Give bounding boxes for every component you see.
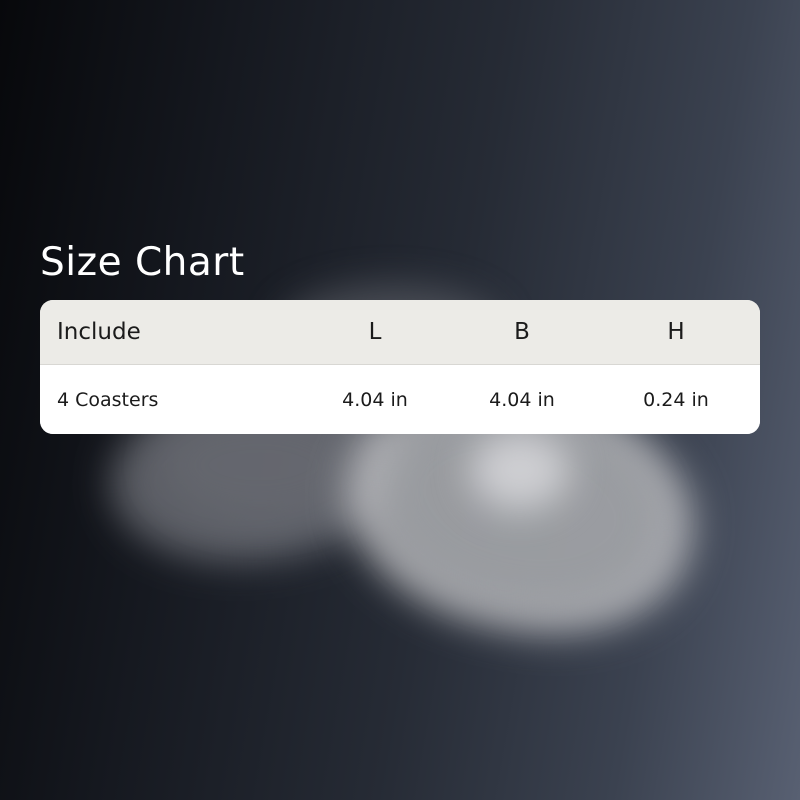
cell-include: 4 Coasters [57,388,159,411]
cell-breadth: 4.04 in [489,388,555,411]
cell-length: 4.04 in [342,388,408,411]
header-include: Include [57,319,141,345]
header-height: H [667,319,685,345]
header-length: L [368,319,382,345]
coaster-center [470,430,570,510]
page-title: Size Chart [40,240,245,285]
header-breadth: B [514,319,530,345]
size-chart-table: Include L B H 4 Coasters 4.04 in 4.04 in… [40,300,760,434]
cell-height: 0.24 in [643,388,709,411]
table-header-row: Include L B H [40,300,760,365]
table-row: 4 Coasters 4.04 in 4.04 in 0.24 in [40,365,760,434]
